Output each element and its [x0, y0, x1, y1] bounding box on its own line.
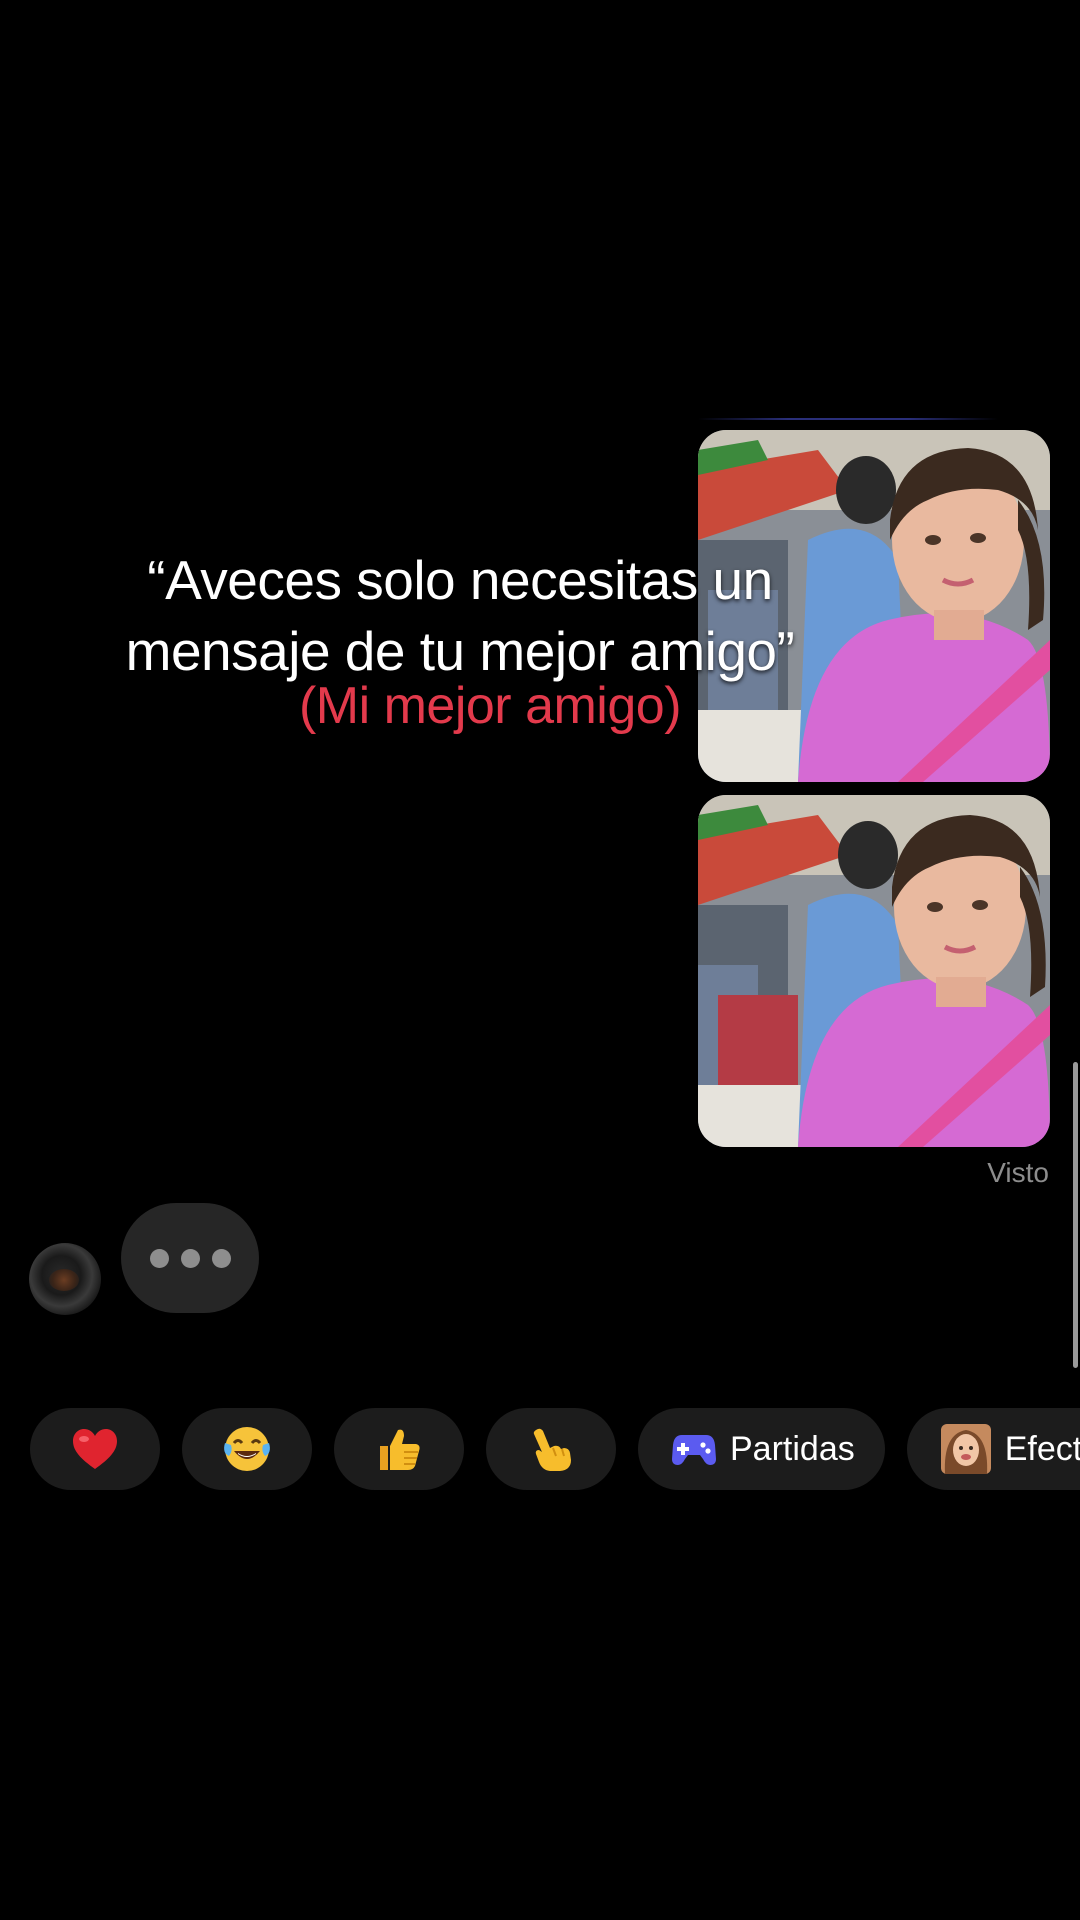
- thumbs-up-reaction-button[interactable]: [334, 1408, 464, 1490]
- effects-label: Efectos: [1004, 1429, 1080, 1468]
- message-divider: [698, 418, 998, 420]
- gamepad-icon: [672, 1435, 716, 1465]
- tears-of-joy-emoji-icon: [224, 1427, 270, 1471]
- typing-dot: [149, 1248, 169, 1268]
- thumbs-up-emoji-icon: [380, 1429, 420, 1470]
- heart-reaction-button[interactable]: [30, 1408, 160, 1490]
- poke-reaction-button[interactable]: [486, 1408, 616, 1490]
- laugh-reaction-button[interactable]: [182, 1408, 312, 1490]
- image-message[interactable]: [698, 795, 1050, 1147]
- typing-indicator: [121, 1203, 259, 1313]
- red-heart-emoji-icon: [73, 1429, 117, 1469]
- quick-actions-bar: Partidas Efectos: [30, 1408, 1080, 1490]
- meme-photo-icon: [698, 795, 1050, 1147]
- caption-line: “Aveces solo necesitas un: [147, 549, 773, 611]
- typing-dot: [180, 1248, 200, 1268]
- caption-subtitle: (Mi mejor amigo): [298, 677, 682, 735]
- games-label: Partidas: [730, 1429, 855, 1468]
- effect-face-icon: [940, 1424, 991, 1474]
- games-button[interactable]: Partidas: [638, 1408, 885, 1490]
- avatar[interactable]: [29, 1243, 101, 1315]
- chat-screen: “Aveces solo necesitas un mensaje de tu …: [0, 0, 1080, 1920]
- scrollbar[interactable]: [1073, 1062, 1078, 1368]
- effects-button[interactable]: Efectos: [906, 1408, 1080, 1490]
- pointing-hand-emoji-icon: [533, 1428, 571, 1471]
- typing-dot: [211, 1248, 231, 1268]
- seen-status: Visto: [987, 1157, 1049, 1188]
